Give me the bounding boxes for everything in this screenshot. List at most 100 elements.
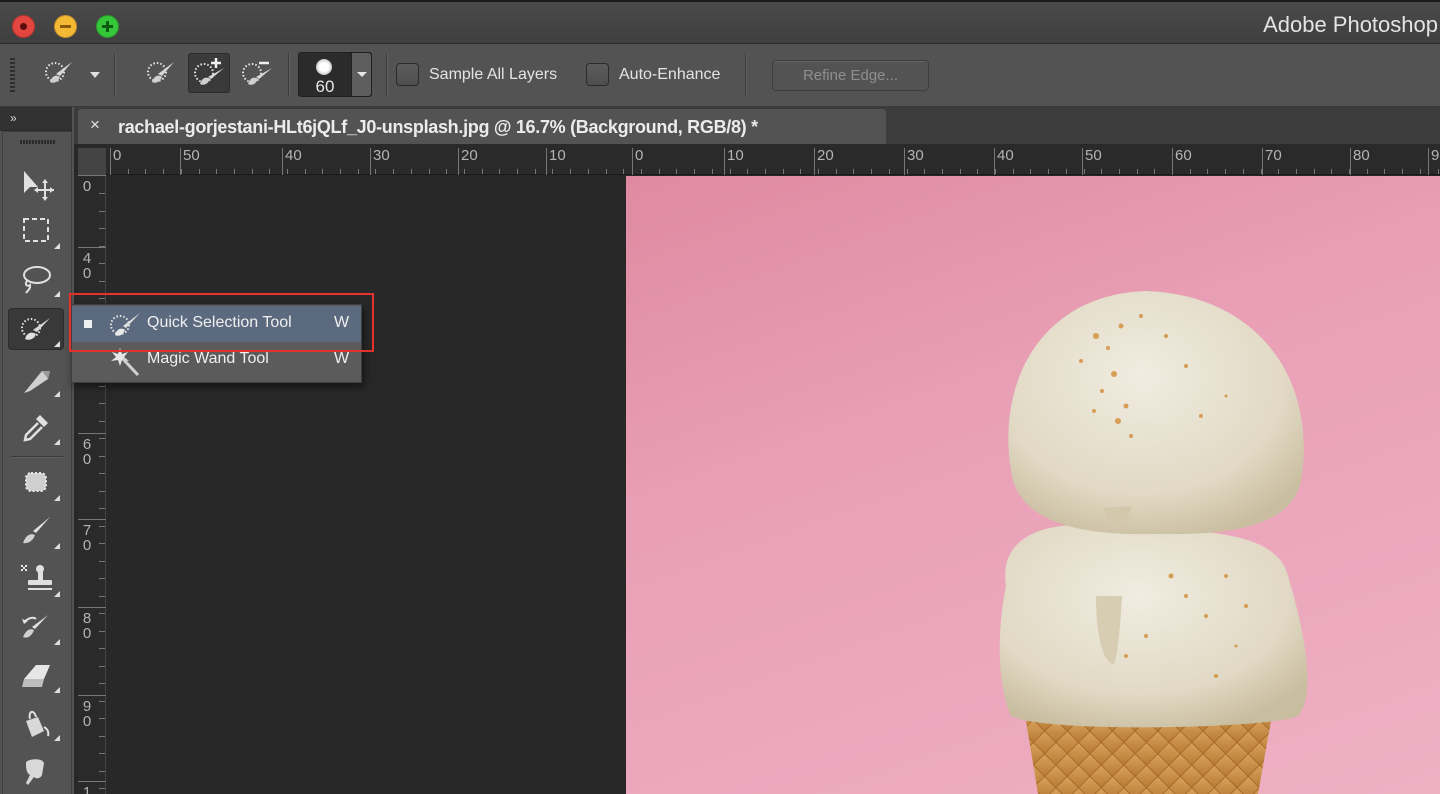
spot-healing-brush-tool-button[interactable] (8, 462, 64, 504)
magic-wand-icon (111, 348, 140, 376)
smudge-tool-button[interactable] (8, 750, 64, 792)
ruler-minor-tick (1438, 169, 1439, 174)
ruler-minor-tick (340, 169, 341, 174)
close-window-button[interactable] (12, 15, 35, 38)
ruler-minor-tick (1066, 169, 1067, 174)
flyout-indicator-icon (54, 735, 60, 741)
brush-tool-button[interactable] (8, 510, 64, 552)
rectangular-marquee-tool-button[interactable] (8, 210, 64, 252)
ruler-minor-tick (1084, 169, 1085, 174)
ruler-minor-tick (836, 169, 837, 174)
menu-item-label: Quick Selection Tool (147, 314, 292, 331)
horizontal-ruler[interactable]: 0 50 40 30 20 10 0 10 20 30 40 50 60 70 80 9 (106, 144, 1440, 175)
brush-picker-dropdown[interactable] (351, 53, 371, 96)
lasso-tool-button[interactable] (8, 258, 64, 300)
eraser-icon (22, 665, 50, 687)
ruler-minor-tick (942, 169, 943, 174)
ruler-minor-tick (99, 456, 105, 457)
ruler-minor-tick (1137, 169, 1138, 174)
refine-edge-button[interactable]: Refine Edge... (772, 60, 929, 91)
ruler-minor-tick (676, 169, 677, 174)
collapse-panel-icon[interactable]: » (10, 111, 16, 125)
options-bar-grip[interactable] (10, 58, 15, 92)
ruler-major-tick (78, 781, 106, 782)
ruler-minor-tick (1278, 169, 1279, 174)
history-brush-icon (22, 615, 48, 638)
ruler-label: 0 (82, 178, 92, 195)
lasso-icon (23, 266, 51, 294)
spot-healing-icon (25, 472, 47, 492)
paint-bucket-tool-button[interactable] (8, 702, 64, 744)
ruler-major-tick (1262, 148, 1263, 175)
ruler-minor-tick (1225, 169, 1226, 174)
ruler-minor-tick (765, 169, 766, 174)
ruler-minor-tick (747, 169, 748, 174)
move-tool-button[interactable] (8, 162, 64, 204)
crop-tool-button[interactable] (8, 358, 64, 400)
eraser-tool-button[interactable] (8, 654, 64, 696)
ruler-origin[interactable] (78, 148, 106, 175)
ruler-minor-tick (99, 561, 105, 562)
flyout-indicator-icon (54, 341, 60, 347)
ruler-minor-tick (110, 169, 111, 174)
ruler-minor-tick (375, 169, 376, 174)
auto-enhance-checkbox[interactable] (586, 63, 609, 86)
clone-stamp-icon (21, 565, 52, 590)
menu-item-quick-selection-tool[interactable]: Quick Selection Tool W (72, 306, 361, 342)
ruler-minor-tick (977, 169, 978, 174)
ruler-label: 80 (82, 610, 92, 642)
tools-panel-header: » (0, 107, 72, 131)
ruler-minor-tick (322, 169, 323, 174)
image-canvas[interactable] (626, 176, 1440, 794)
ruler-minor-tick (1314, 169, 1315, 174)
brush-picker[interactable]: 60 (298, 52, 372, 97)
brush-tip-icon (316, 59, 332, 75)
clone-stamp-tool-button[interactable] (8, 558, 64, 600)
quick-selection-icon (110, 313, 140, 336)
sample-all-layers-label: Sample All Layers (429, 66, 558, 83)
quick-selection-add-icon (194, 58, 224, 85)
subtract-from-selection-button[interactable] (236, 53, 278, 93)
minimize-window-button[interactable] (54, 15, 77, 38)
quick-selection-tool-button[interactable] (8, 308, 64, 350)
ruler-major-tick (370, 148, 371, 175)
ruler-minor-tick (99, 596, 105, 597)
photoshop-window: Adobe Photoshop C (0, 0, 1440, 794)
ruler-minor-tick (482, 169, 483, 174)
ruler-major-tick (814, 148, 815, 175)
sample-all-layers-checkbox[interactable] (396, 63, 419, 86)
ruler-label: 0 (635, 147, 644, 164)
ruler-minor-tick (99, 473, 105, 474)
add-to-selection-button[interactable] (188, 53, 230, 93)
document-area: × rachael-gorjestani-HLt6jQLf_J0-unsplas… (74, 107, 1440, 794)
new-selection-button[interactable] (140, 53, 182, 93)
ruler-major-tick (78, 695, 106, 696)
ruler-minor-tick (99, 701, 105, 702)
history-brush-tool-button[interactable] (8, 606, 64, 648)
ruler-major-tick (78, 433, 106, 434)
tools-panel-grip[interactable] (20, 140, 56, 144)
brush-size-value: 60 (315, 77, 335, 96)
menu-item-shortcut: W (334, 314, 350, 331)
close-tab-icon[interactable]: × (90, 115, 100, 135)
chevron-down-icon[interactable] (90, 72, 100, 78)
menu-item-magic-wand-tool[interactable]: Magic Wand Tool W (72, 342, 361, 378)
ruler-label: 60 (1175, 147, 1192, 164)
ruler-minor-tick (783, 169, 784, 174)
ruler-minor-tick (800, 169, 801, 174)
ruler-minor-tick (99, 736, 105, 737)
eyedropper-tool-button[interactable] (8, 406, 64, 448)
flyout-indicator-icon (54, 391, 60, 397)
ruler-label: 30 (373, 147, 390, 164)
app-title: Adobe Photoshop C (1263, 12, 1440, 37)
ruler-minor-tick (1420, 169, 1421, 174)
ruler-minor-tick (960, 169, 961, 174)
maximize-window-button[interactable] (96, 15, 119, 38)
vertical-ruler[interactable]: 04050607080901 (78, 175, 106, 794)
ruler-minor-tick (99, 771, 105, 772)
ruler-minor-tick (694, 169, 695, 174)
document-tab[interactable]: × rachael-gorjestani-HLt6jQLf_J0-unsplas… (78, 109, 886, 144)
tool-preset-picker[interactable] (38, 53, 80, 93)
ruler-minor-tick (907, 169, 908, 174)
ruler-minor-tick (99, 508, 105, 509)
